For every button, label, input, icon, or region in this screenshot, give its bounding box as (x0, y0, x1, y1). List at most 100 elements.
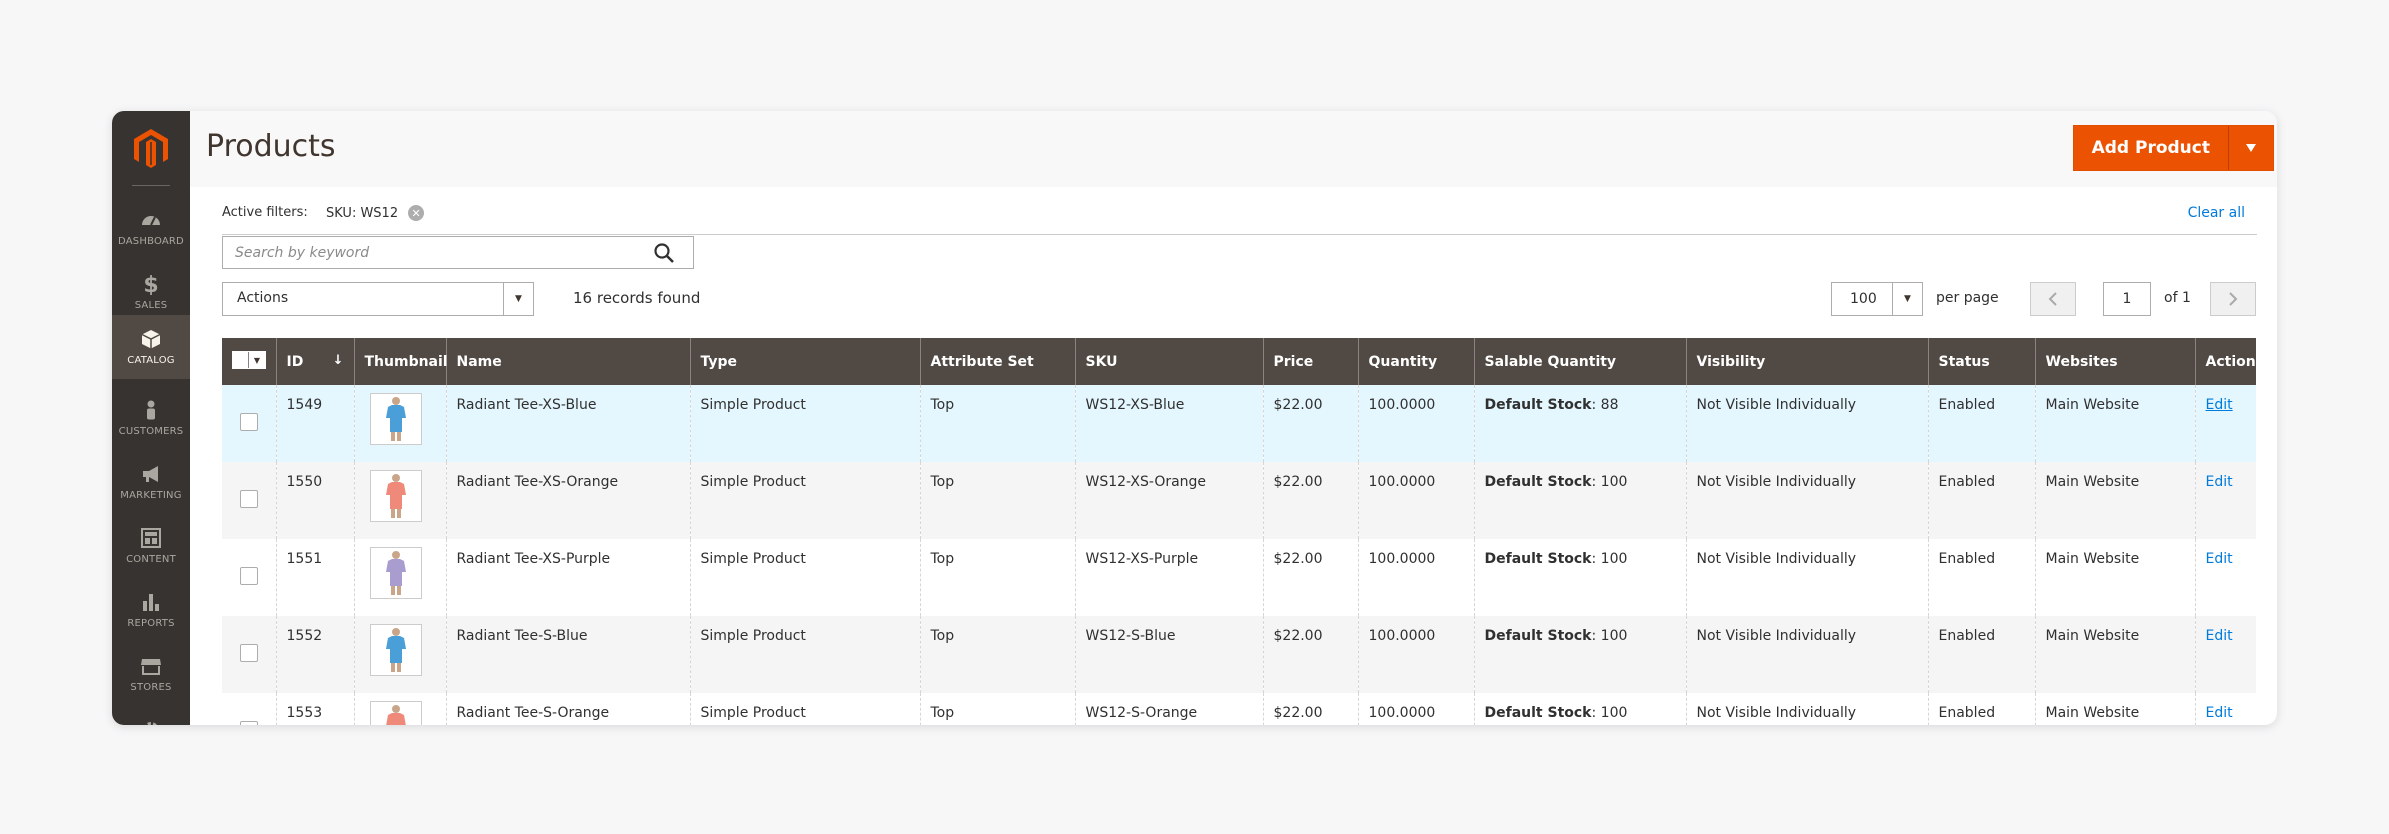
cell-type: Simple Product (689, 539, 920, 616)
page-number-input[interactable] (2103, 282, 2151, 316)
cell-action: Edit (2194, 462, 2256, 539)
filter-chip-text: SKU: WS12 (326, 205, 399, 221)
column-header-quantity[interactable]: Quantity (1357, 338, 1474, 385)
cell-thumbnail (353, 616, 446, 693)
cell-sku: WS12-XS-Purple (1074, 539, 1263, 616)
tshirt-icon (385, 397, 406, 441)
cell-attribute-set: Top (919, 462, 1075, 539)
column-header-status[interactable]: Status (1927, 338, 2035, 385)
row-checkbox[interactable] (239, 413, 258, 431)
column-header-visibility[interactable]: Visibility (1685, 338, 1928, 385)
clear-all-link[interactable]: Clear all (2188, 205, 2245, 221)
add-product-button[interactable]: Add Product (2072, 125, 2274, 171)
sidebar-item-content[interactable]: CONTENT (112, 515, 190, 577)
cell-websites: Main Website (2034, 539, 2195, 616)
svg-text:$: $ (143, 273, 158, 295)
row-checkbox[interactable] (239, 721, 258, 725)
column-header-salable-quantity[interactable]: Salable Quantity (1473, 338, 1686, 385)
search-icon[interactable] (653, 242, 675, 264)
column-header-name[interactable]: Name (445, 338, 690, 385)
cell-action: Edit (2194, 693, 2256, 725)
row-select-cell (222, 616, 276, 693)
magento-logo[interactable] (112, 111, 190, 186)
cell-thumbnail (353, 539, 446, 616)
active-filters-label: Active filters: (222, 205, 308, 220)
edit-link[interactable]: Edit (2206, 474, 2233, 490)
product-thumbnail[interactable] (369, 701, 422, 725)
box-icon (141, 330, 161, 349)
cell-type: Simple Product (689, 385, 920, 462)
sidebar-item-label: MARKETING (120, 490, 182, 501)
product-thumbnail[interactable] (369, 393, 422, 445)
stock-value: : 88 (1591, 397, 1619, 413)
stock-name: Default Stock (1484, 628, 1592, 644)
cell-websites: Main Website (2034, 462, 2195, 539)
search-input[interactable] (223, 237, 643, 268)
stock-name: Default Stock (1484, 551, 1592, 567)
sidebar-item-marketing[interactable]: MARKETING (112, 451, 190, 513)
next-page-button[interactable] (2210, 282, 2256, 316)
cell-status: Enabled (1927, 385, 2035, 462)
table-row[interactable]: 1549 Radiant Tee-XS-Blue Simple Product Top… (222, 385, 2256, 462)
row-checkbox[interactable] (239, 490, 258, 508)
cell-id: 1549 (275, 385, 354, 462)
page-total: of 1 (2164, 290, 2191, 306)
chevron-down-icon: ▼ (1892, 283, 1922, 315)
column-header-id[interactable]: ID ↓ (275, 338, 354, 385)
sidebar-item-reports[interactable]: REPORTS (112, 579, 190, 641)
sidebar-item-stores[interactable]: STORES (112, 643, 190, 705)
stock-value: : 100 (1591, 705, 1628, 721)
prev-page-button[interactable] (2030, 282, 2076, 316)
actions-select[interactable]: Actions ▼ (222, 282, 534, 316)
column-header-attribute-set[interactable]: Attribute Set (919, 338, 1075, 385)
edit-link[interactable]: Edit (2206, 551, 2233, 567)
main-content: Products Add Product Active filters: SKU… (190, 111, 2277, 725)
remove-filter-icon[interactable]: ✕ (408, 205, 425, 221)
sidebar-item-sales[interactable]: $ SALES (112, 261, 190, 323)
sidebar-item-customers[interactable]: CUSTOMERS (112, 387, 190, 449)
sidebar-item-label: SALES (134, 300, 168, 311)
cell-status: Enabled (1927, 616, 2035, 693)
logo-divider (132, 185, 170, 186)
product-thumbnail[interactable] (369, 470, 422, 522)
sidebar-item-catalog[interactable]: CATALOG (112, 315, 190, 379)
table-row[interactable]: 1550 Radiant Tee-XS-Orange Simple Product T… (222, 462, 2256, 539)
mass-select-header[interactable]: ▼ (222, 338, 276, 385)
sidebar-item-system[interactable] (112, 701, 190, 725)
per-page-select[interactable]: 100 ▼ (1831, 282, 1923, 316)
table-row[interactable]: 1551 Radiant Tee-XS-Purple Simple Product T… (222, 539, 2256, 616)
add-product-dropdown[interactable] (2228, 126, 2273, 170)
row-checkbox[interactable] (239, 567, 258, 585)
cell-attribute-set: Top (919, 616, 1075, 693)
cell-attribute-set: Top (919, 385, 1075, 462)
table-row[interactable]: 1553 Radiant Tee-S-Orange Simple Product To… (222, 693, 2256, 725)
cell-action: Edit (2194, 385, 2256, 462)
mass-select-checkbox[interactable]: ▼ (232, 351, 266, 369)
edit-link[interactable]: Edit (2206, 397, 2233, 413)
cell-type: Simple Product (689, 693, 920, 725)
cell-visibility: Not Visible Individually (1685, 616, 1928, 693)
column-header-price[interactable]: Price (1262, 338, 1358, 385)
cell-name: Radiant Tee-S-Orange (445, 693, 690, 725)
product-thumbnail[interactable] (369, 547, 422, 599)
cell-salable-quantity: Default Stock: 100 (1473, 616, 1686, 693)
cell-price: $22.00 (1262, 462, 1358, 539)
cell-id: 1553 (275, 693, 354, 725)
cell-name: Radiant Tee-S-Blue (445, 616, 690, 693)
cell-id: 1550 (275, 462, 354, 539)
cell-thumbnail (353, 462, 446, 539)
row-checkbox[interactable] (239, 644, 258, 662)
products-grid: ▼ ID ↓ Thumbnail Name Type Attribute Set … (222, 338, 2256, 725)
cell-visibility: Not Visible Individually (1685, 693, 1928, 725)
add-product-label[interactable]: Add Product (2074, 126, 2228, 170)
row-select-cell (222, 693, 276, 725)
edit-link[interactable]: Edit (2206, 628, 2233, 644)
column-header-type[interactable]: Type (689, 338, 920, 385)
product-thumbnail[interactable] (369, 624, 422, 676)
column-header-sku[interactable]: SKU (1074, 338, 1263, 385)
column-header-thumbnail[interactable]: Thumbnail (353, 338, 448, 385)
sidebar-item-dashboard[interactable]: DASHBOARD (112, 197, 190, 259)
edit-link[interactable]: Edit (2206, 705, 2233, 721)
column-header-websites[interactable]: Websites (2034, 338, 2195, 385)
table-row[interactable]: 1552 Radiant Tee-S-Blue Simple Product Top W… (222, 616, 2256, 693)
